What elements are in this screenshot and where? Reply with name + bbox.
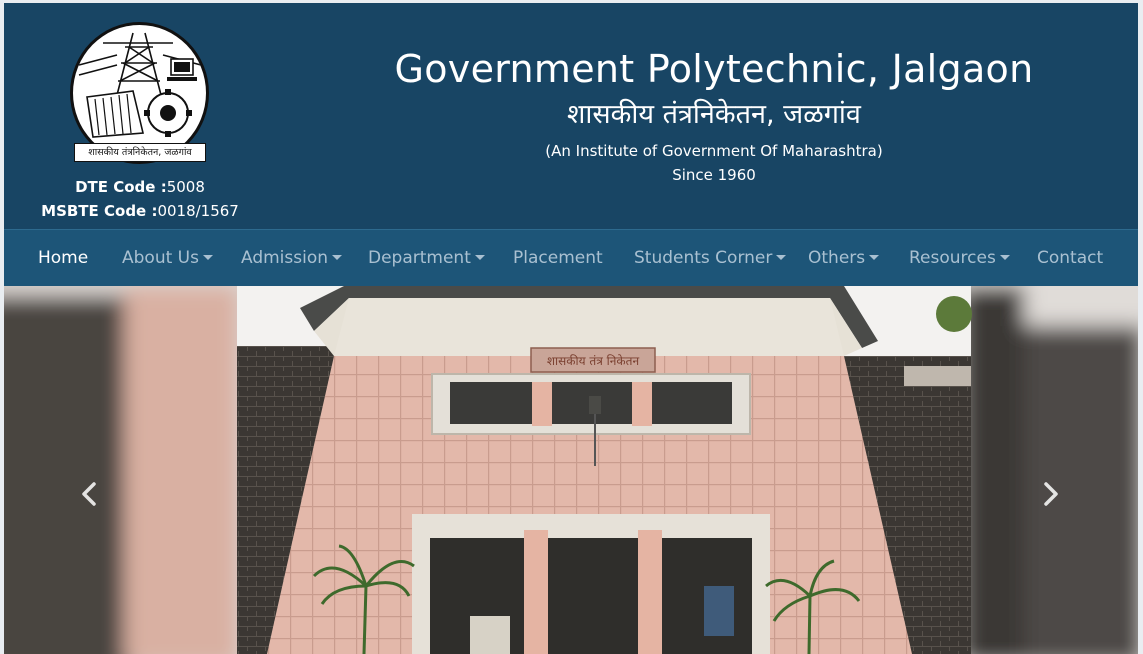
msbte-code-row: MSBTE Code :0018/1567 <box>4 199 276 223</box>
msbte-code-value: 0018/1567 <box>157 202 239 220</box>
header: शासकीय तंत्रनिकेतन, जळगांव DTE Code :500… <box>4 3 1138 229</box>
nav-item-others[interactable]: Others <box>808 230 880 286</box>
caret-down-icon <box>202 255 213 260</box>
caret-down-icon <box>474 255 485 260</box>
title-block: Government Polytechnic, Jalgaon शासकीय त… <box>304 43 1124 187</box>
nav-item-home[interactable]: Home <box>38 230 88 286</box>
building-sign-text: शासकीय तंत्र निकेतन <box>547 354 640 368</box>
caret-down-icon <box>776 255 787 260</box>
nav-item-label: Admission <box>241 248 329 268</box>
nav-item-resources[interactable]: Resources <box>909 230 1010 286</box>
dte-code-label: DTE Code : <box>75 178 167 196</box>
nav-item-admission[interactable]: Admission <box>241 230 343 286</box>
since-year: Since 1960 <box>672 166 756 184</box>
nav-item-department[interactable]: Department <box>368 230 485 286</box>
building-photo: शासकीय तंत्र निकेतन <box>4 286 1138 654</box>
nav-item-label: Others <box>808 248 866 268</box>
institute-subtitle: (An Institute of Government Of Maharasht… <box>545 142 883 160</box>
logo-caption: शासकीय तंत्रनिकेतन, जळगांव <box>74 143 206 162</box>
image-carousel[interactable]: शासकीय तंत्र निकेतन <box>4 286 1138 654</box>
chevron-left-icon <box>82 482 96 506</box>
dte-code-value: 5008 <box>166 178 205 196</box>
nav-item-placement[interactable]: Placement <box>513 230 603 286</box>
main-navbar: Home About Us Admission Department Place… <box>4 229 1138 286</box>
nav-item-label: Placement <box>513 248 603 268</box>
dte-code-row: DTE Code :5008 <box>4 175 276 199</box>
nav-item-about-us[interactable]: About Us <box>122 230 213 286</box>
carousel-prev-button[interactable] <box>70 476 110 516</box>
caret-down-icon <box>332 255 343 260</box>
nav-item-label: Home <box>38 248 89 268</box>
msbte-code-label: MSBTE Code : <box>41 202 158 220</box>
page-title-marathi: शासकीय तंत्रनिकेतन, जळगांव <box>567 99 861 130</box>
caret-down-icon <box>869 255 880 260</box>
nav-item-label: Department <box>368 248 471 268</box>
page-title: Government Polytechnic, Jalgaon <box>394 47 1034 91</box>
chevron-right-icon <box>1044 482 1058 506</box>
nav-item-label: Resources <box>909 248 996 268</box>
nav-item-label: Students Corner <box>634 248 773 268</box>
nav-item-label: About Us <box>122 248 199 268</box>
carousel-next-button[interactable] <box>1030 476 1070 516</box>
site-container: शासकीय तंत्रनिकेतन, जळगांव DTE Code :500… <box>4 3 1138 654</box>
institute-codes: DTE Code :5008 MSBTE Code :0018/1567 <box>4 175 276 223</box>
caret-down-icon <box>999 255 1010 260</box>
nav-item-label: Contact <box>1037 248 1104 268</box>
logo-emblem-icon <box>78 32 202 138</box>
nav-item-students-corner[interactable]: Students Corner <box>634 230 787 286</box>
nav-item-contact[interactable]: Contact <box>1037 230 1103 286</box>
